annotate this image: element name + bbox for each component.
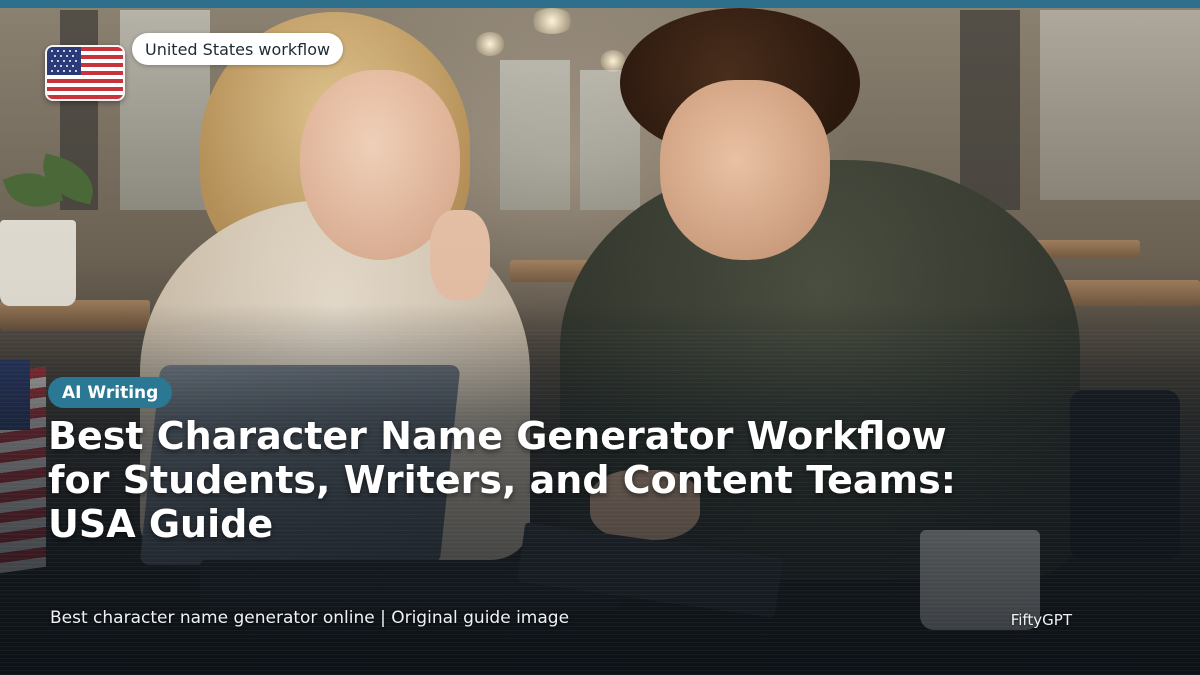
title-line: USA Guide [48, 502, 274, 546]
region-label: United States workflow [132, 33, 344, 65]
us-flag-icon [45, 45, 125, 101]
category-badge[interactable]: AI Writing [48, 377, 173, 408]
article-title[interactable]: Best Character Name Generator Workflow f… [48, 414, 1008, 546]
title-line: Best Character Name Generator Workflow [48, 414, 947, 458]
title-line: for Students, Writers, and Content Teams… [48, 458, 956, 502]
brand-name[interactable]: FiftyGPT [1011, 611, 1072, 629]
hero-card: United States workflow AI Writing Best C… [0, 0, 1200, 675]
image-caption: Best character name generator online | O… [50, 608, 570, 628]
